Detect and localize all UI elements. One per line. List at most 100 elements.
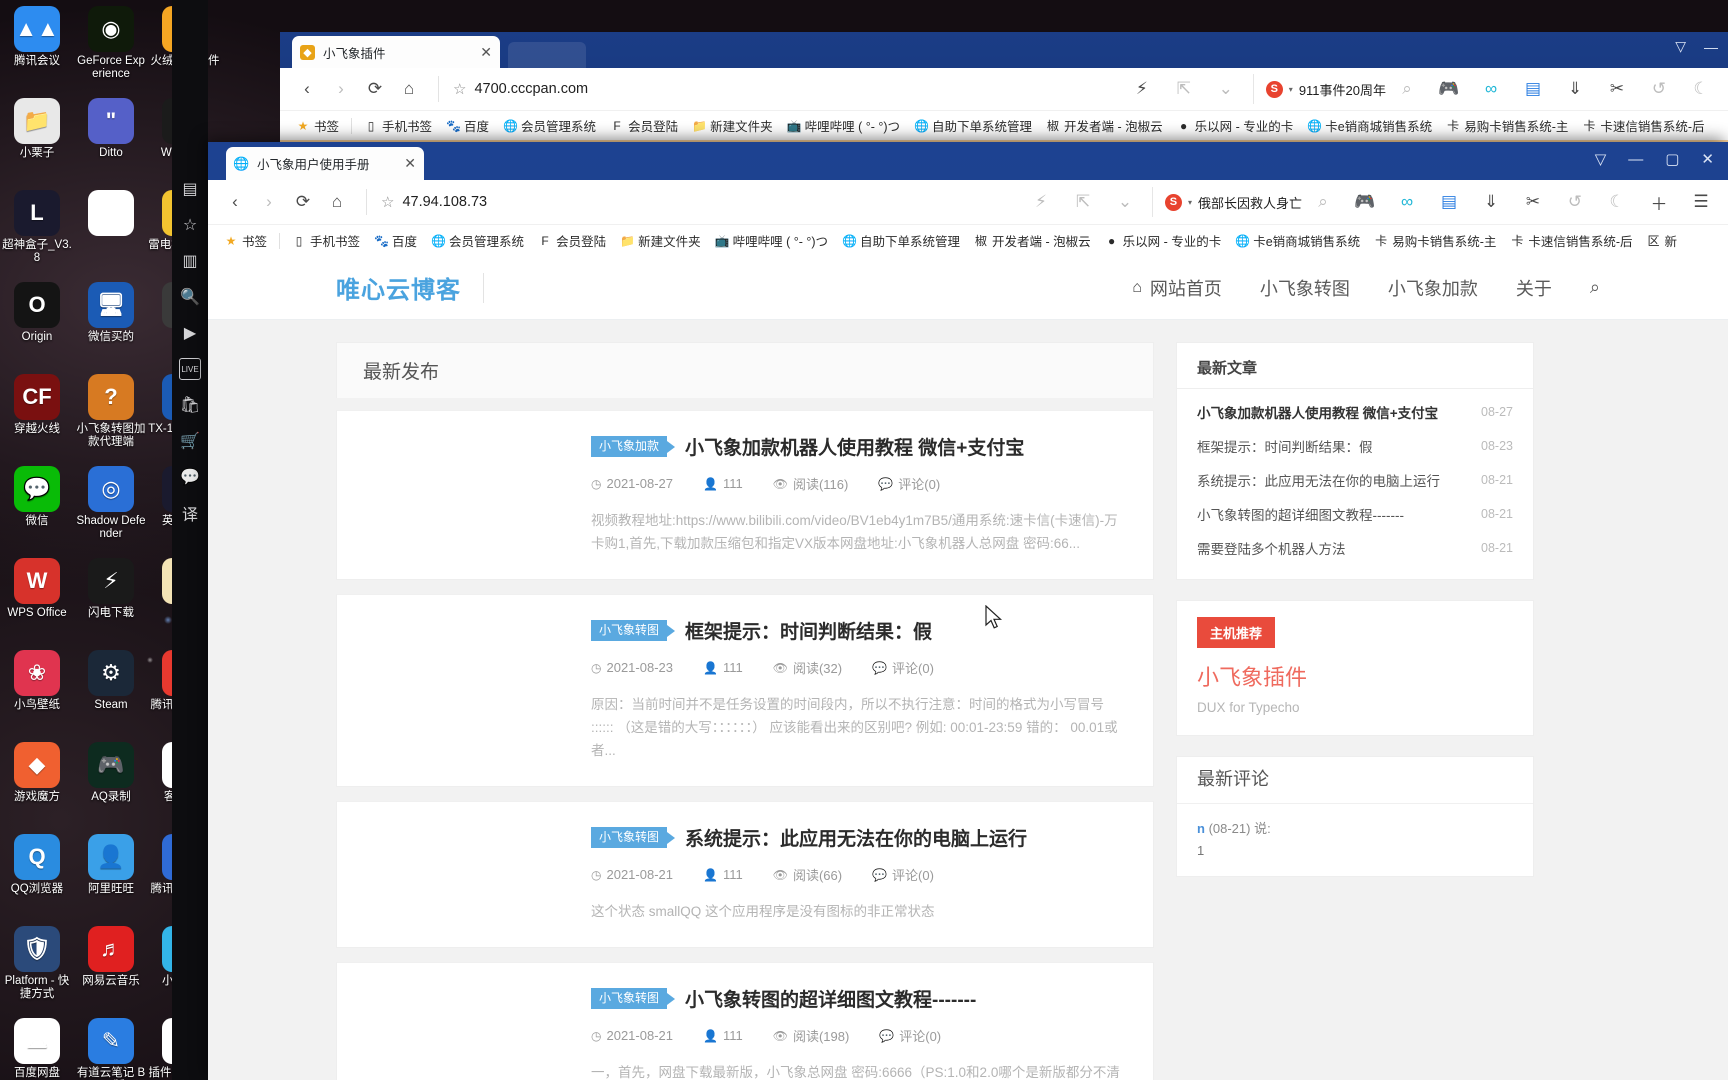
nav-item-0[interactable]: ⌂ 网站首页	[1132, 275, 1222, 301]
desktop-icon-shandian[interactable]: ⚡ 闪电下载	[74, 558, 148, 650]
bookmark-item[interactable]: 📁 新建文件夹	[686, 114, 779, 137]
bookmark-item[interactable]: 卡易购卡销售系统-主	[1440, 114, 1574, 137]
sogou-icon[interactable]: S	[1265, 80, 1283, 98]
desktop-icon-wps-office[interactable]: W WPS Office	[0, 558, 74, 650]
post-title[interactable]: 框架提示：时间判断结果：假	[685, 617, 932, 644]
nav-item-2[interactable]: 小飞象加款	[1388, 275, 1478, 301]
desktop-icon-xiaolizi[interactable]: 📁 小栗子	[0, 98, 74, 190]
back-address-bar[interactable]: ☆ 4700.cccpan.com	[438, 76, 1123, 102]
sidebar-post-title[interactable]: 系统提示：此应用无法在你的电脑上运行	[1197, 470, 1440, 490]
sidebar-post-title[interactable]: 框架提示：时间判断结果：假	[1197, 436, 1373, 456]
bookmark-item[interactable]: 椒开发者端 - 泡椒云	[1040, 114, 1169, 137]
filter-icon[interactable]: ▽	[1595, 150, 1607, 168]
search-icon[interactable]: ⌕	[1590, 277, 1600, 298]
close-window-icon[interactable]: ✕	[1701, 150, 1714, 168]
background-browser-window[interactable]: ◆ 小飞象插件 ✕ ▽ — ‹ › ⟳ ⌂ ☆ 4700.cccpan.com …	[280, 32, 1728, 152]
desktop-icon-youdao-note[interactable]: ✎ 有道云笔记 Beta版	[74, 1018, 148, 1080]
post-category-badge[interactable]: 小飞象转图	[591, 827, 668, 848]
bookmark-item[interactable]: ● 乐以网 - 专业的卡	[1099, 229, 1228, 252]
site-logo[interactable]: 唯心云博客	[336, 270, 461, 305]
minimize-icon[interactable]: —	[1704, 39, 1718, 55]
bookmark-item[interactable]: 🌐 自助下单系统管理	[836, 229, 966, 252]
moon-icon[interactable]: ☾	[1686, 74, 1716, 104]
comment-author-name[interactable]: n	[1197, 821, 1205, 836]
bookmark-item[interactable]: F 会员登陆	[532, 229, 612, 252]
post-item[interactable]: 小飞象转图 小飞象转图的超详细图文教程------- ◷ 2021-08-21 👤 111…	[336, 962, 1154, 1080]
reload-button[interactable]: ⟳	[360, 74, 390, 104]
lightning-icon[interactable]: ⚡	[1026, 187, 1056, 217]
desktop-icon-origin[interactable]: O Origin	[0, 282, 74, 374]
bookmark-item[interactable]: ★ 书签	[218, 229, 273, 252]
bookmark-item[interactable]: 🐾 百度	[440, 114, 495, 137]
video-icon[interactable]: ▶	[179, 322, 201, 344]
bookmark-item[interactable]: 卡易购卡销售系统-主	[1368, 229, 1502, 252]
home-button[interactable]: ⌂	[322, 187, 352, 217]
bookmark-item[interactable]: 📺 哔哩哔哩 ( °- °)つ	[781, 114, 906, 137]
nav-item-1[interactable]: 小飞象转图	[1260, 275, 1350, 301]
post-title[interactable]: 小飞象加款机器人使用教程 微信+支付宝	[685, 433, 1024, 460]
post-item[interactable]: 小飞象转图 系统提示：此应用无法在你的电脑上运行 ◷ 2021-08-21 👤 111 👁 阅…	[336, 801, 1154, 948]
sidebar-post-item[interactable]: 小飞象转图的超详细图文教程------- 08-21	[1197, 497, 1513, 531]
scissors-icon[interactable]: ✂	[1602, 74, 1632, 104]
ad-title[interactable]: 小飞象插件	[1197, 660, 1533, 692]
bookmark-item[interactable]: ▯ 手机书签	[358, 114, 438, 137]
bag-icon[interactable]: 🛍	[179, 394, 201, 416]
gamepad-icon[interactable]: 🎮	[1434, 74, 1464, 104]
share-icon[interactable]: ⇱	[1068, 187, 1098, 217]
back-button[interactable]: ‹	[292, 74, 322, 104]
desktop-icon-aliwangwang[interactable]: 👤 阿里旺旺	[74, 834, 148, 926]
bookmark-star-icon[interactable]: ☆	[453, 80, 466, 98]
post-category-badge[interactable]: 小飞象转图	[591, 988, 668, 1009]
desktop-icon-ditto[interactable]: " Ditto	[74, 98, 148, 190]
front-toolbar[interactable]: ‹ › ⟳ ⌂ ☆ 47.94.108.73 ⚡ ⇱ ⌄ S ▾ 俄部长因救人身…	[208, 180, 1728, 224]
plus-icon[interactable]: ＋	[1644, 187, 1674, 217]
front-bookmarks-bar[interactable]: ★ 书签 ▯ 手机书签 🐾 百度 🌐 会员管理系统 F 会员登陆 📁 新建文件夹 📺 哔哩哔哩 ( °- …	[208, 224, 1728, 256]
close-icon[interactable]: ✕	[480, 44, 492, 61]
front-browser-tab[interactable]: 🌐 小飞象用户使用手册 ✕	[226, 147, 424, 180]
star-icon[interactable]: ☆	[179, 214, 201, 236]
bookmark-item[interactable]: 区新	[1641, 229, 1684, 252]
bookmark-item[interactable]: ▯ 手机书签	[286, 229, 366, 252]
bookmark-item[interactable]: 🐾 百度	[368, 229, 423, 252]
infinity-icon[interactable]: ∞	[1392, 187, 1422, 217]
search-icon[interactable]: ⌕	[1392, 74, 1422, 104]
book-icon[interactable]: ▥	[179, 250, 201, 272]
share-icon[interactable]: ⇱	[1169, 74, 1199, 104]
desktop-icon-steam[interactable]: ⚙ Steam	[74, 650, 148, 742]
apps-icon[interactable]: ▤	[1434, 187, 1464, 217]
post-category-badge[interactable]: 小飞象加款	[591, 436, 668, 457]
desktop-icon-tencent-meeting[interactable]: ▲▲ 腾讯会议	[0, 6, 74, 98]
live-icon[interactable]: LIVE	[179, 358, 201, 380]
front-toolbar-right[interactable]: ⚡ ⇱ ⌄ S ▾ 俄部长因救人身亡 ⌕ 🎮 ∞ ▤ ⇓ ✂ ↺ ☾ ＋ ☰	[1026, 187, 1716, 217]
desktop-icon-xfx-agent[interactable]: ? 小飞象转图加款代理端	[74, 374, 148, 466]
desktop-icon-xiaoniao[interactable]: ❀ 小鸟壁纸	[0, 650, 74, 742]
sidebar-post-item[interactable]: 框架提示：时间判断结果：假 08-23	[1197, 429, 1513, 463]
latest-posts-list[interactable]: 小飞象加款机器人使用教程 微信+支付宝 08-27 框架提示：时间判断结果：假 08-…	[1177, 389, 1533, 579]
active-browser-window[interactable]: 🌐 小飞象用户使用手册 ✕ ▽ — ▢ ✕ ‹ › ⟳ ⌂ ☆ 47.94.10…	[208, 142, 1728, 1080]
scissors-icon[interactable]: ✂	[1518, 187, 1548, 217]
bookmark-item[interactable]: 🌐 会员管理系统	[497, 114, 602, 137]
translate-icon[interactable]: 译	[179, 502, 201, 524]
sidebar-post-title[interactable]: 小飞象加款机器人使用教程 微信+支付宝	[1197, 402, 1438, 422]
desktop-icon-wechat[interactable]: 💬 微信	[0, 466, 74, 558]
front-address-bar[interactable]: ☆ 47.94.108.73	[366, 189, 1022, 215]
bookmark-item[interactable]: ● 乐以网 - 专业的卡	[1171, 114, 1300, 137]
back-toolbar[interactable]: ‹ › ⟳ ⌂ ☆ 4700.cccpan.com ⚡ ⇱ ⌄ S ▾ 911事…	[280, 68, 1728, 110]
post-item[interactable]: 小飞象转图 框架提示：时间判断结果：假 ◷ 2021-08-23 👤 111 👁 阅读(32)…	[336, 594, 1154, 787]
download-icon[interactable]: ⇓	[1560, 74, 1590, 104]
bookmark-item[interactable]: 🌐 卡e销商城销售系统	[1229, 229, 1366, 252]
desktop-icon-baidu-netdisk[interactable]: ☁ 百度网盘	[0, 1018, 74, 1080]
infinity-icon[interactable]: ∞	[1476, 74, 1506, 104]
front-search-box[interactable]: S ▾ 俄部长因救人身亡 ⌕	[1151, 187, 1338, 217]
back-button[interactable]: ‹	[220, 187, 250, 217]
bookmark-item[interactable]: 🌐 自助下单系统管理	[908, 114, 1038, 137]
undo-icon[interactable]: ↺	[1560, 187, 1590, 217]
desktop-icon-platform-shortcut[interactable]: 🛡 Platform - 快捷方式	[0, 926, 74, 1018]
moon-icon[interactable]: ☾	[1602, 187, 1632, 217]
forward-button[interactable]: ›	[326, 74, 356, 104]
desktop-icon-blank-doc[interactable]	[74, 190, 148, 282]
vertical-taskbar[interactable]: ▤ ☆ ▥ 🔍 ▶ LIVE 🛍 🛒 💬 译	[172, 0, 208, 1080]
desktop-icon-wechat-bought[interactable]: 🖥 微信买的	[74, 282, 148, 374]
close-icon[interactable]: ✕	[404, 155, 416, 172]
chevron-down-icon[interactable]: ⌄	[1110, 187, 1140, 217]
